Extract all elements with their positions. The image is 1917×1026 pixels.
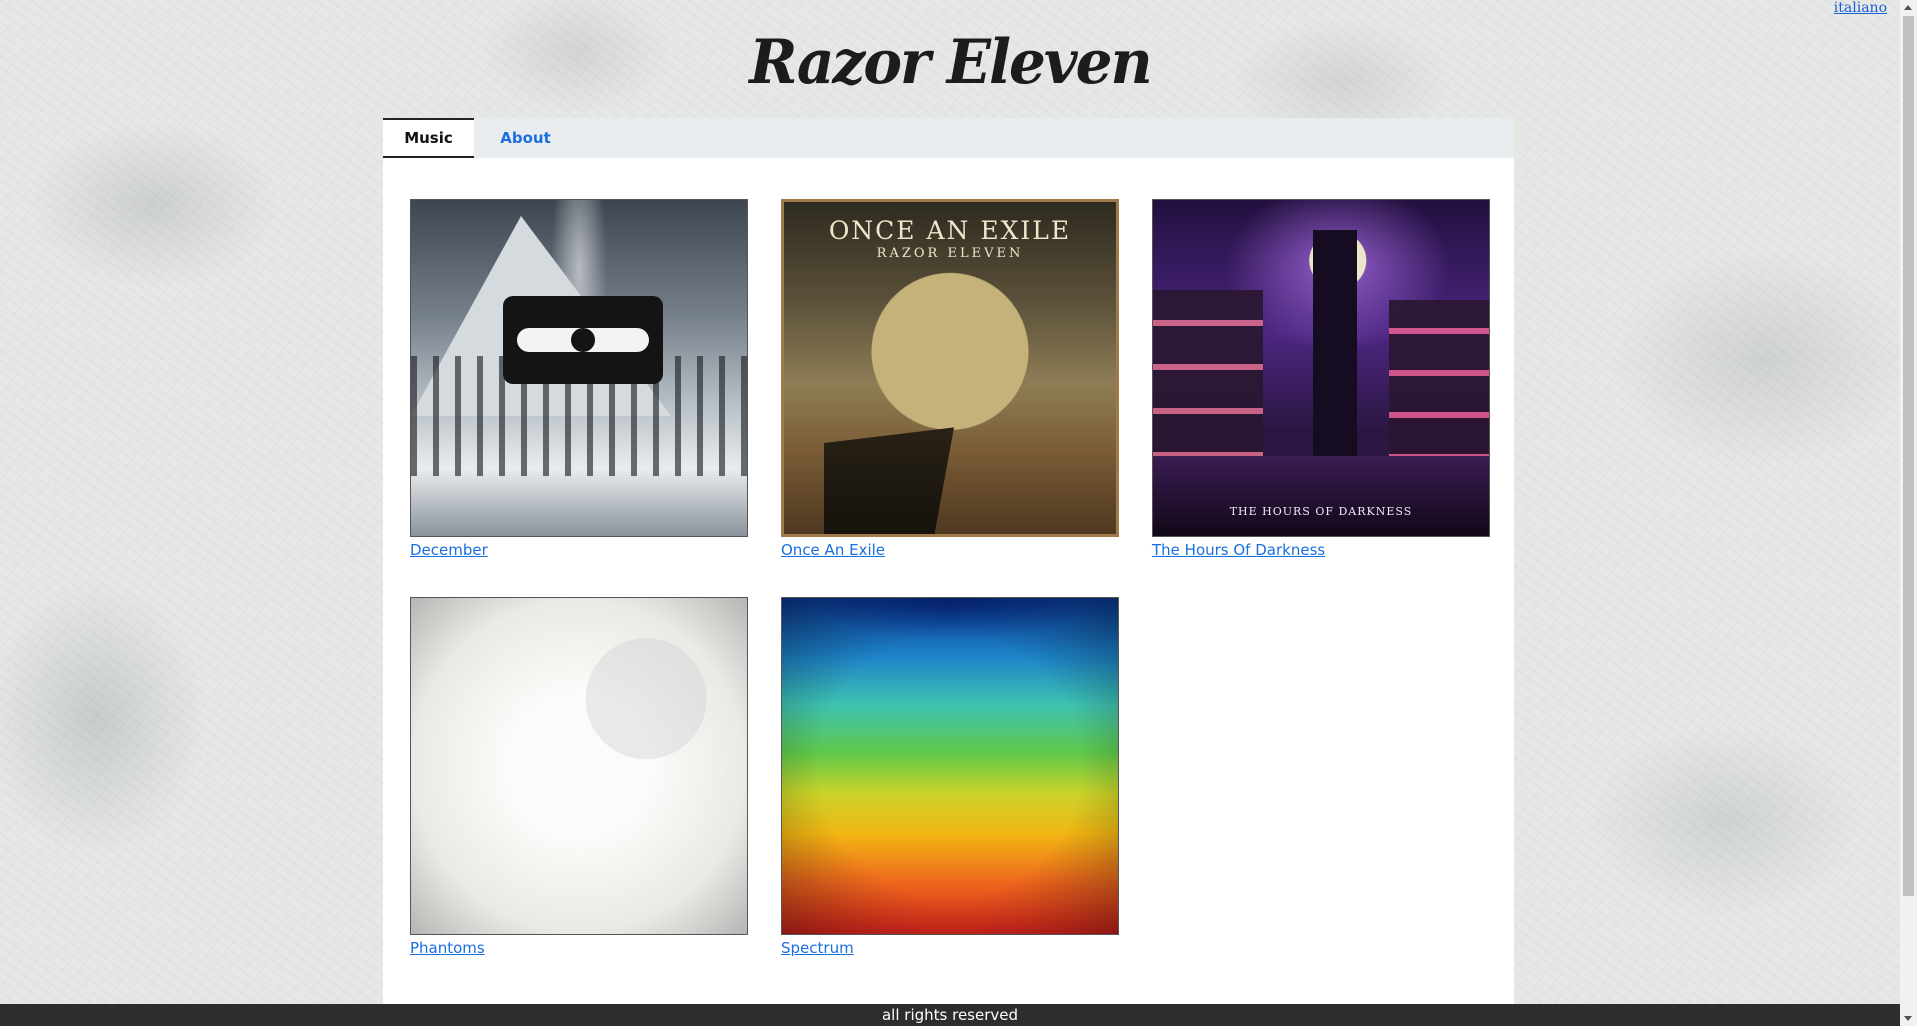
album-card-once-an-exile: ONCE AN EXILE RAZOR ELEVEN Once An Exile (781, 199, 1119, 559)
footer: all rights reserved (0, 1004, 1900, 1026)
cover-street (1153, 456, 1489, 536)
scroll-thumb[interactable] (1903, 16, 1914, 896)
album-link-hours-of-darkness[interactable]: The Hours Of Darkness (1152, 541, 1325, 559)
album-link-december[interactable]: December (410, 541, 488, 559)
album-cover-hours-of-darkness[interactable]: THE HOURS OF DARKNESS (1152, 199, 1490, 537)
vertical-scrollbar[interactable] (1900, 0, 1917, 1026)
album-cover-december[interactable] (410, 199, 748, 537)
scroll-up-icon[interactable] (1904, 5, 1912, 10)
album-card-hours-of-darkness: THE HOURS OF DARKNESS The Hours Of Darkn… (1152, 199, 1490, 559)
razor-blade-icon (503, 296, 663, 384)
language-link[interactable]: italiano (1834, 0, 1887, 16)
album-cover-spectrum[interactable] (781, 597, 1119, 935)
tab-music[interactable]: Music (383, 118, 474, 158)
album-cover-once-an-exile[interactable]: ONCE AN EXILE RAZOR ELEVEN (781, 199, 1119, 537)
album-link-once-an-exile[interactable]: Once An Exile (781, 541, 885, 559)
cover-title-text: ONCE AN EXILE (828, 216, 1072, 245)
cover-cliff (824, 427, 954, 534)
album-link-phantoms[interactable]: Phantoms (410, 939, 485, 957)
tab-bar: Music About (383, 118, 1514, 158)
album-card-phantoms: Phantoms (410, 597, 748, 957)
album-card-december: December (410, 199, 748, 559)
cover-artist-text: RAZOR ELEVEN (876, 246, 1024, 261)
album-cover-phantoms[interactable] (410, 597, 748, 935)
album-card-spectrum: Spectrum (781, 597, 1119, 957)
main-content: Music About December ONCE AN EXILE RAZOR… (383, 118, 1514, 1004)
site-title: Razor Eleven (749, 26, 1152, 98)
tab-about[interactable]: About (480, 118, 571, 158)
scroll-down-icon[interactable] (1904, 1016, 1912, 1021)
album-grid: December ONCE AN EXILE RAZOR ELEVEN Once… (410, 199, 1490, 957)
cover-clock-tower (1313, 230, 1357, 480)
album-link-spectrum[interactable]: Spectrum (781, 939, 854, 957)
footer-text: all rights reserved (881, 1006, 1019, 1024)
cover-caption-text: THE HOURS OF DARKNESS (1229, 505, 1413, 518)
